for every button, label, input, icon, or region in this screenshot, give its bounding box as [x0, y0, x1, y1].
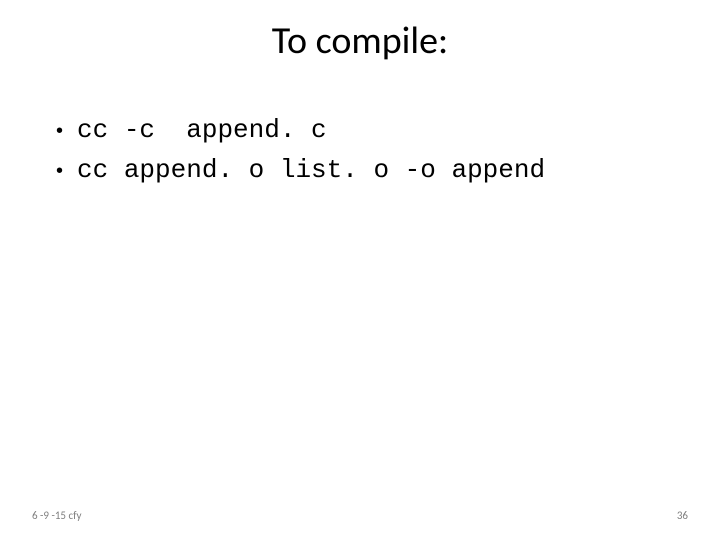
footer-date-author: 6 -9 -15 cfy — [32, 509, 82, 522]
page-number: 36 — [677, 509, 688, 522]
list-item: • cc -c append. c — [56, 112, 664, 148]
slide: To compile: • cc -c append. c • cc appen… — [0, 0, 720, 540]
code-line: cc append. o list. o -o append — [77, 152, 545, 188]
code-line: cc -c append. c — [77, 112, 327, 148]
list-item: • cc append. o list. o -o append — [56, 152, 664, 188]
bullet-dot: • — [56, 155, 63, 187]
slide-body: • cc -c append. c • cc append. o list. o… — [56, 112, 664, 193]
bullet-dot: • — [56, 115, 63, 147]
slide-title: To compile: — [0, 18, 720, 64]
